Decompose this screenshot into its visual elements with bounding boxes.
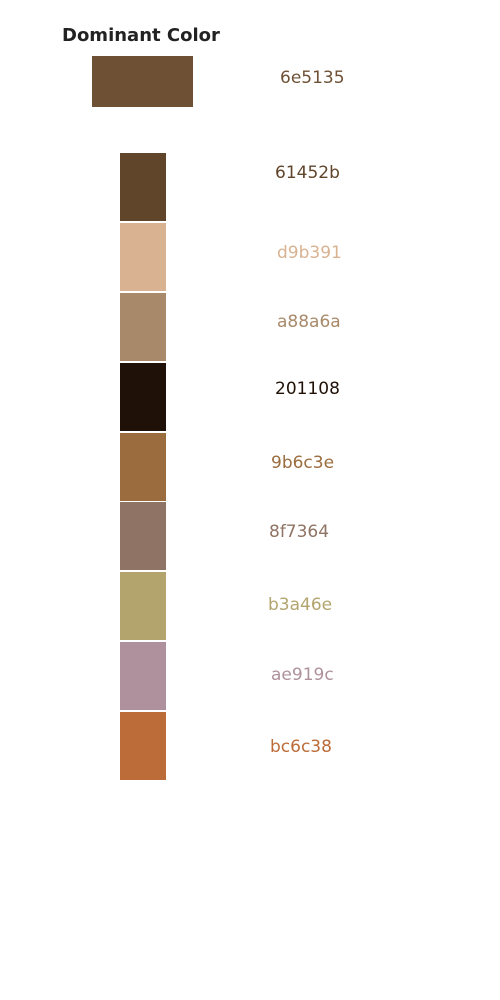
- dominant-color-swatch: [92, 56, 193, 107]
- palette-hex: 8f7364: [269, 522, 330, 542]
- palette-swatch: [120, 572, 166, 640]
- palette-hex: 9b6c3e: [271, 453, 335, 473]
- palette-swatch: [120, 433, 166, 501]
- palette-swatch: [120, 363, 166, 431]
- dominant-color-hex: 6e5135: [280, 68, 345, 88]
- palette-hex: 201108: [275, 379, 340, 399]
- palette-hex: b3a46e: [268, 595, 333, 615]
- palette-swatch: [120, 293, 166, 361]
- palette-hex: a88a6a: [277, 312, 341, 332]
- page-title: Dominant Color: [62, 25, 220, 46]
- palette-swatch: [120, 642, 166, 710]
- palette-hex: 61452b: [275, 163, 340, 183]
- palette-hex: ae919c: [271, 665, 334, 685]
- palette-swatch: [120, 223, 166, 291]
- palette-swatch: [120, 502, 166, 570]
- palette-hex: bc6c38: [270, 737, 332, 757]
- palette-swatch: [120, 153, 166, 221]
- palette-swatch: [120, 712, 166, 780]
- palette-hex: d9b391: [277, 243, 342, 263]
